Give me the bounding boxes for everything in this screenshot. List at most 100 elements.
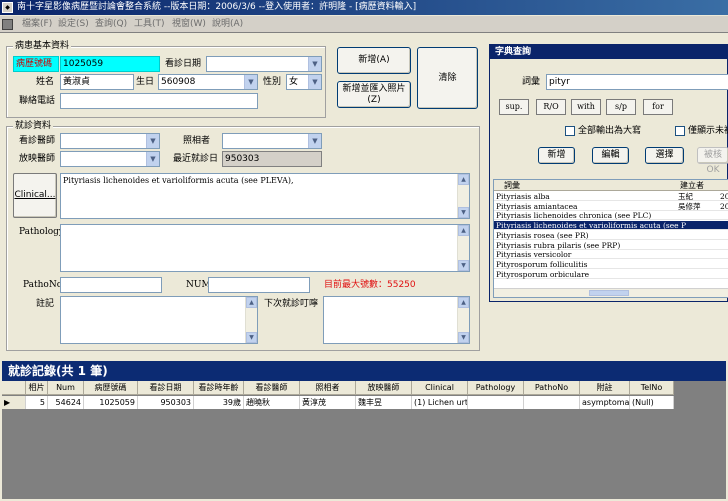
op-sup-button[interactable]: sup. bbox=[499, 99, 529, 115]
dictionary-row[interactable]: Pityriasis versicolor bbox=[494, 250, 728, 260]
table-cell[interactable]: 5 bbox=[26, 396, 48, 409]
num-input[interactable] bbox=[208, 277, 310, 293]
phone-input[interactable] bbox=[60, 93, 258, 109]
doctor-select[interactable]: ▼ bbox=[60, 133, 160, 149]
last-visit-label: 最近就診日 bbox=[173, 154, 219, 164]
pathology-scrollbar[interactable]: ▲ ▼ bbox=[457, 225, 469, 271]
term-input[interactable]: pityr bbox=[546, 74, 728, 90]
dict-add-button[interactable]: 新增 bbox=[538, 147, 575, 164]
doctor-label: 看診醫師 bbox=[19, 136, 56, 146]
column-header[interactable]: PathoNo bbox=[524, 381, 580, 395]
column-header[interactable]: 看診醫師 bbox=[244, 381, 300, 395]
row-selector-icon[interactable]: ▶ bbox=[2, 396, 26, 409]
records-grid: 相片 Num 病歷號碼 看診日期 看診時年齡 看診醫師 照相者 放映醫師 Clinical Pat… bbox=[2, 381, 726, 499]
table-cell[interactable]: (1) Lichen urti bbox=[412, 396, 468, 409]
column-header[interactable]: Num bbox=[48, 381, 84, 395]
projector-select[interactable]: ▼ bbox=[60, 151, 160, 167]
dictionary-title: 字典查詢 bbox=[490, 45, 727, 59]
column-header[interactable]: 放映醫師 bbox=[356, 381, 412, 395]
dictionary-row[interactable]: Pityriasis rosea (see PR) bbox=[494, 231, 728, 240]
column-header[interactable]: 病歷號碼 bbox=[84, 381, 138, 395]
name-input[interactable]: 黃淑貞 bbox=[60, 74, 134, 90]
table-cell[interactable] bbox=[468, 396, 524, 409]
table-cell[interactable]: 趙曉秋 bbox=[244, 396, 300, 409]
dictionary-term: Pityrosporum orbiculare bbox=[496, 269, 590, 279]
chevron-down-icon[interactable]: ▼ bbox=[308, 75, 321, 89]
table-cell[interactable]: 54624 bbox=[48, 396, 84, 409]
pathology-textarea[interactable]: ▲ ▼ bbox=[60, 224, 470, 272]
table-cell[interactable]: (Null) bbox=[630, 396, 674, 409]
dict-hscrollbar[interactable] bbox=[494, 288, 728, 297]
show-unapproved-checkbox[interactable] bbox=[675, 126, 685, 136]
scroll-down-icon[interactable]: ▼ bbox=[246, 332, 257, 343]
add-button[interactable]: 新增(A) bbox=[337, 47, 411, 74]
dictionary-term: Pityrosporum folliculitis bbox=[496, 259, 588, 269]
dictionary-row[interactable]: Pityriasis rubra pilaris (see PRP) bbox=[494, 241, 728, 250]
sex-select[interactable]: 女 ▼ bbox=[286, 74, 322, 90]
column-header[interactable]: 照相者 bbox=[300, 381, 356, 395]
table-cell[interactable]: 1025059 bbox=[84, 396, 138, 409]
note-scrollbar[interactable]: ▲ ▼ bbox=[245, 297, 257, 343]
birth-select[interactable]: 560908 ▼ bbox=[158, 74, 258, 90]
chart-no-input[interactable]: 1025059 bbox=[60, 56, 160, 72]
photographer-select[interactable]: ▼ bbox=[222, 133, 322, 149]
dictionary-row[interactable]: Pityriasis lichenoides chronica (see PLC… bbox=[494, 211, 728, 221]
menu-help[interactable]: 說明(A) bbox=[212, 18, 243, 31]
chevron-down-icon[interactable]: ▼ bbox=[308, 57, 321, 71]
column-header[interactable]: 附註 bbox=[580, 381, 630, 395]
menu-query[interactable]: 查詢(Q) bbox=[95, 18, 127, 31]
scroll-down-icon[interactable]: ▼ bbox=[458, 207, 469, 218]
scroll-up-icon[interactable]: ▲ bbox=[458, 225, 469, 236]
op-for-button[interactable]: for bbox=[643, 99, 673, 115]
column-header[interactable]: 相片 bbox=[26, 381, 48, 395]
next-visit-scrollbar[interactable]: ▲ ▼ bbox=[457, 297, 469, 343]
menu-window[interactable]: 視窗(W) bbox=[172, 18, 206, 31]
table-cell[interactable]: 39歲 bbox=[194, 396, 244, 409]
dictionary-row[interactable]: Pityriasis lichenoides et varioliformis … bbox=[494, 221, 728, 231]
next-visit-textarea[interactable]: ▲ ▼ bbox=[323, 296, 470, 344]
column-header[interactable]: TelNo bbox=[630, 381, 674, 395]
dictionary-row[interactable]: Pityrosporum folliculitis bbox=[494, 260, 728, 269]
scroll-down-icon[interactable]: ▼ bbox=[458, 260, 469, 271]
dictionary-row[interactable]: Pityriasis alba 玉紀 20 bbox=[494, 192, 728, 201]
menu-settings[interactable]: 設定(S) bbox=[58, 18, 89, 31]
pathono-input[interactable] bbox=[60, 277, 162, 293]
scroll-up-icon[interactable]: ▲ bbox=[458, 297, 469, 308]
dictionary-row[interactable]: Pityriasis amiantacea 吳修萍 20 bbox=[494, 202, 728, 211]
menu-file[interactable]: 檔案(F) bbox=[22, 18, 52, 31]
scroll-up-icon[interactable]: ▲ bbox=[458, 174, 469, 185]
clinical-scrollbar[interactable]: ▲ ▼ bbox=[457, 174, 469, 218]
clinical-button[interactable]: Clinical... bbox=[13, 173, 57, 218]
column-header[interactable]: 看診時年齡 bbox=[194, 381, 244, 395]
table-cell[interactable]: 黃淳茂 bbox=[300, 396, 356, 409]
clear-button[interactable]: 清除 bbox=[417, 47, 478, 109]
dict-edit-button[interactable]: 編輯 bbox=[592, 147, 629, 164]
scroll-down-icon[interactable]: ▼ bbox=[458, 332, 469, 343]
chevron-down-icon[interactable]: ▼ bbox=[308, 134, 321, 148]
column-header[interactable]: Pathology bbox=[468, 381, 524, 395]
note-textarea[interactable]: ▲ ▼ bbox=[60, 296, 258, 344]
document-icon[interactable] bbox=[2, 19, 13, 30]
chevron-down-icon[interactable]: ▼ bbox=[146, 152, 159, 166]
op-ro-button[interactable]: R/O bbox=[536, 99, 566, 115]
table-cell[interactable]: 950303 bbox=[138, 396, 194, 409]
table-cell[interactable]: 魏丰昱 bbox=[356, 396, 412, 409]
clinical-textarea[interactable]: Pityriasis lichenoides et varioliformis … bbox=[60, 173, 470, 219]
op-sp-button[interactable]: s/p bbox=[606, 99, 636, 115]
uppercase-checkbox[interactable] bbox=[565, 126, 575, 136]
column-header[interactable]: Clinical bbox=[412, 381, 468, 395]
chevron-down-icon[interactable]: ▼ bbox=[244, 75, 257, 89]
dict-hscroll-thumb[interactable] bbox=[589, 290, 629, 296]
chevron-down-icon[interactable]: ▼ bbox=[146, 134, 159, 148]
table-cell[interactable]: asymptomatic bbox=[580, 396, 630, 409]
dictionary-row[interactable]: Pityrosporum orbiculare bbox=[494, 270, 728, 279]
table-cell[interactable] bbox=[524, 396, 580, 409]
dict-choose-button[interactable]: 選擇 bbox=[645, 147, 684, 164]
add-import-photo-button[interactable]: 新增並匯入照片(Z) bbox=[337, 81, 411, 108]
dict-approved-button[interactable]: 被核OK bbox=[697, 147, 728, 175]
scroll-up-icon[interactable]: ▲ bbox=[246, 297, 257, 308]
visit-date-select[interactable]: ▼ bbox=[206, 56, 322, 72]
op-with-button[interactable]: with bbox=[571, 99, 601, 115]
column-header[interactable]: 看診日期 bbox=[138, 381, 194, 395]
menu-tools[interactable]: 工具(T) bbox=[134, 18, 165, 31]
